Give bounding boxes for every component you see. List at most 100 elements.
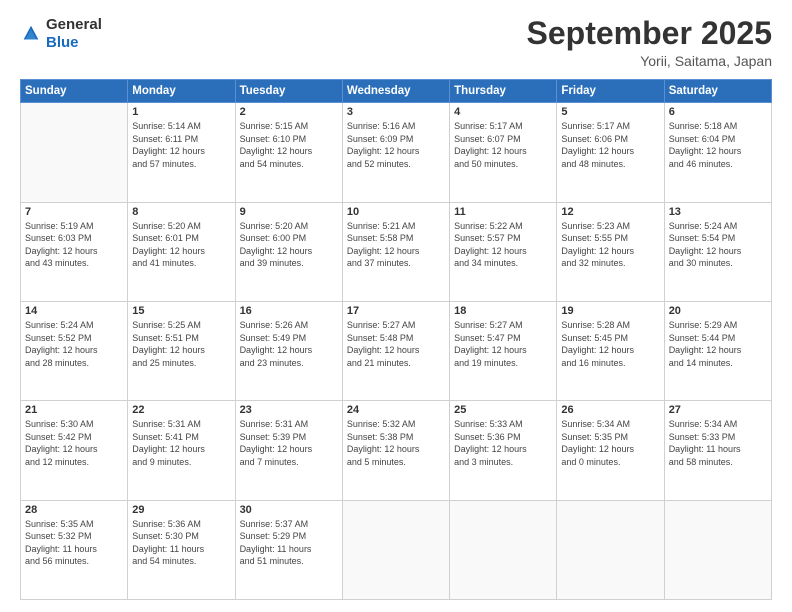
day-info: Sunrise: 5:27 AM Sunset: 5:48 PM Dayligh… xyxy=(347,319,445,369)
day-number: 13 xyxy=(669,206,767,218)
day-number: 26 xyxy=(561,404,659,416)
table-row: 18Sunrise: 5:27 AM Sunset: 5:47 PM Dayli… xyxy=(450,301,557,400)
table-row: 14Sunrise: 5:24 AM Sunset: 5:52 PM Dayli… xyxy=(21,301,128,400)
day-number: 3 xyxy=(347,106,445,118)
col-monday: Monday xyxy=(128,80,235,103)
table-row: 13 Sunrise: 5:24 AM Sunset: 5:54 PM Dayli… xyxy=(664,202,771,301)
table-row: 26 Sunrise: 5:34 AM Sunset: 5:35 PM Dayli… xyxy=(557,401,664,500)
day-info: Sunrise: 5:20 AM Sunset: 6:00 PM Dayligh… xyxy=(240,220,338,270)
table-row xyxy=(450,500,557,599)
day-number: 12 xyxy=(561,206,659,218)
table-row: 4Sunrise: 5:17 AM Sunset: 6:07 PM Daylig… xyxy=(450,103,557,202)
day-info: Sunrise: 5:24 AM Sunset: 5:52 PM Dayligh… xyxy=(25,319,123,369)
day-info: Sunrise: 5:24 AM Sunset: 5:54 PM Dayligh… xyxy=(669,220,767,270)
calendar-table: Sunday Monday Tuesday Wednesday Thursday… xyxy=(20,79,772,600)
day-number: 9 xyxy=(240,206,338,218)
day-number: 16 xyxy=(240,305,338,317)
day-info: Sunrise: 5:19 AM Sunset: 6:03 PM Dayligh… xyxy=(25,220,123,270)
logo-icon xyxy=(20,23,42,45)
table-row: 11 Sunrise: 5:22 AM Sunset: 5:57 PM Dayli… xyxy=(450,202,557,301)
day-number: 29 xyxy=(132,504,230,516)
day-number: 8 xyxy=(132,206,230,218)
calendar-header-row: Sunday Monday Tuesday Wednesday Thursday… xyxy=(21,80,772,103)
calendar-week-1: 1 Sunrise: 5:14 AM Sunset: 6:11 PM Daylig… xyxy=(21,103,772,202)
day-info: Sunrise: 5:18 AM Sunset: 6:04 PM Dayligh… xyxy=(669,120,767,170)
table-row: 1 Sunrise: 5:14 AM Sunset: 6:11 PM Daylig… xyxy=(128,103,235,202)
col-tuesday: Tuesday xyxy=(235,80,342,103)
title-section: September 2025 Yorii, Saitama, Japan xyxy=(527,16,772,69)
table-row: 23 Sunrise: 5:31 AM Sunset: 5:39 PM Dayli… xyxy=(235,401,342,500)
day-info: Sunrise: 5:26 AM Sunset: 5:49 PM Dayligh… xyxy=(240,319,338,369)
table-row: 8 Sunrise: 5:20 AM Sunset: 6:01 PM Daylig… xyxy=(128,202,235,301)
table-row: 3Sunrise: 5:16 AM Sunset: 6:09 PM Daylig… xyxy=(342,103,449,202)
day-number: 30 xyxy=(240,504,338,516)
day-info: Sunrise: 5:32 AM Sunset: 5:38 PM Dayligh… xyxy=(347,418,445,468)
day-number: 2 xyxy=(240,106,338,118)
day-info: Sunrise: 5:35 AM Sunset: 5:32 PM Dayligh… xyxy=(25,518,123,568)
day-number: 19 xyxy=(561,305,659,317)
day-number: 17 xyxy=(347,305,445,317)
header: General Blue September 2025 Yorii, Saita… xyxy=(20,16,772,69)
day-info: Sunrise: 5:14 AM Sunset: 6:11 PM Dayligh… xyxy=(132,120,230,170)
table-row: 21Sunrise: 5:30 AM Sunset: 5:42 PM Dayli… xyxy=(21,401,128,500)
table-row xyxy=(342,500,449,599)
table-row: 12Sunrise: 5:23 AM Sunset: 5:55 PM Dayli… xyxy=(557,202,664,301)
day-number: 23 xyxy=(240,404,338,416)
day-number: 5 xyxy=(561,106,659,118)
table-row: 2 Sunrise: 5:15 AM Sunset: 6:10 PM Daylig… xyxy=(235,103,342,202)
day-info: Sunrise: 5:17 AM Sunset: 6:07 PM Dayligh… xyxy=(454,120,552,170)
day-number: 15 xyxy=(132,305,230,317)
day-number: 22 xyxy=(132,404,230,416)
day-info: Sunrise: 5:30 AM Sunset: 5:42 PM Dayligh… xyxy=(25,418,123,468)
day-number: 10 xyxy=(347,206,445,218)
logo: General Blue xyxy=(20,16,102,52)
calendar-week-5: 28 Sunrise: 5:35 AM Sunset: 5:32 PM Dayli… xyxy=(21,500,772,599)
day-number: 6 xyxy=(669,106,767,118)
table-row: 9 Sunrise: 5:20 AM Sunset: 6:00 PM Daylig… xyxy=(235,202,342,301)
day-number: 7 xyxy=(25,206,123,218)
day-number: 27 xyxy=(669,404,767,416)
day-info: Sunrise: 5:34 AM Sunset: 5:33 PM Dayligh… xyxy=(669,418,767,468)
logo-blue: Blue xyxy=(46,34,79,51)
day-info: Sunrise: 5:31 AM Sunset: 5:39 PM Dayligh… xyxy=(240,418,338,468)
logo-general: General xyxy=(46,16,102,33)
table-row: 28 Sunrise: 5:35 AM Sunset: 5:32 PM Dayli… xyxy=(21,500,128,599)
page: General Blue September 2025 Yorii, Saita… xyxy=(0,0,792,612)
calendar-week-2: 7 Sunrise: 5:19 AM Sunset: 6:03 PM Daylig… xyxy=(21,202,772,301)
day-info: Sunrise: 5:29 AM Sunset: 5:44 PM Dayligh… xyxy=(669,319,767,369)
table-row: 16 Sunrise: 5:26 AM Sunset: 5:49 PM Dayli… xyxy=(235,301,342,400)
day-number: 1 xyxy=(132,106,230,118)
location: Yorii, Saitama, Japan xyxy=(527,53,772,69)
day-number: 28 xyxy=(25,504,123,516)
day-info: Sunrise: 5:22 AM Sunset: 5:57 PM Dayligh… xyxy=(454,220,552,270)
col-thursday: Thursday xyxy=(450,80,557,103)
day-info: Sunrise: 5:15 AM Sunset: 6:10 PM Dayligh… xyxy=(240,120,338,170)
day-number: 20 xyxy=(669,305,767,317)
day-number: 11 xyxy=(454,206,552,218)
day-number: 18 xyxy=(454,305,552,317)
day-info: Sunrise: 5:37 AM Sunset: 5:29 PM Dayligh… xyxy=(240,518,338,568)
table-row: 22 Sunrise: 5:31 AM Sunset: 5:41 PM Dayli… xyxy=(128,401,235,500)
day-info: Sunrise: 5:31 AM Sunset: 5:41 PM Dayligh… xyxy=(132,418,230,468)
table-row: 6 Sunrise: 5:18 AM Sunset: 6:04 PM Daylig… xyxy=(664,103,771,202)
table-row: 19 Sunrise: 5:28 AM Sunset: 5:45 PM Dayli… xyxy=(557,301,664,400)
day-info: Sunrise: 5:33 AM Sunset: 5:36 PM Dayligh… xyxy=(454,418,552,468)
col-saturday: Saturday xyxy=(664,80,771,103)
col-sunday: Sunday xyxy=(21,80,128,103)
day-info: Sunrise: 5:36 AM Sunset: 5:30 PM Dayligh… xyxy=(132,518,230,568)
table-row: 24Sunrise: 5:32 AM Sunset: 5:38 PM Dayli… xyxy=(342,401,449,500)
table-row xyxy=(557,500,664,599)
table-row: 30 Sunrise: 5:37 AM Sunset: 5:29 PM Dayli… xyxy=(235,500,342,599)
table-row: 15 Sunrise: 5:25 AM Sunset: 5:51 PM Dayli… xyxy=(128,301,235,400)
table-row: 27 Sunrise: 5:34 AM Sunset: 5:33 PM Dayli… xyxy=(664,401,771,500)
day-info: Sunrise: 5:20 AM Sunset: 6:01 PM Dayligh… xyxy=(132,220,230,270)
day-info: Sunrise: 5:34 AM Sunset: 5:35 PM Dayligh… xyxy=(561,418,659,468)
day-info: Sunrise: 5:28 AM Sunset: 5:45 PM Dayligh… xyxy=(561,319,659,369)
month-title: September 2025 xyxy=(527,16,772,51)
day-info: Sunrise: 5:25 AM Sunset: 5:51 PM Dayligh… xyxy=(132,319,230,369)
table-row: 29 Sunrise: 5:36 AM Sunset: 5:30 PM Dayli… xyxy=(128,500,235,599)
calendar-week-3: 14Sunrise: 5:24 AM Sunset: 5:52 PM Dayli… xyxy=(21,301,772,400)
day-number: 25 xyxy=(454,404,552,416)
table-row: 20 Sunrise: 5:29 AM Sunset: 5:44 PM Dayli… xyxy=(664,301,771,400)
table-row xyxy=(21,103,128,202)
